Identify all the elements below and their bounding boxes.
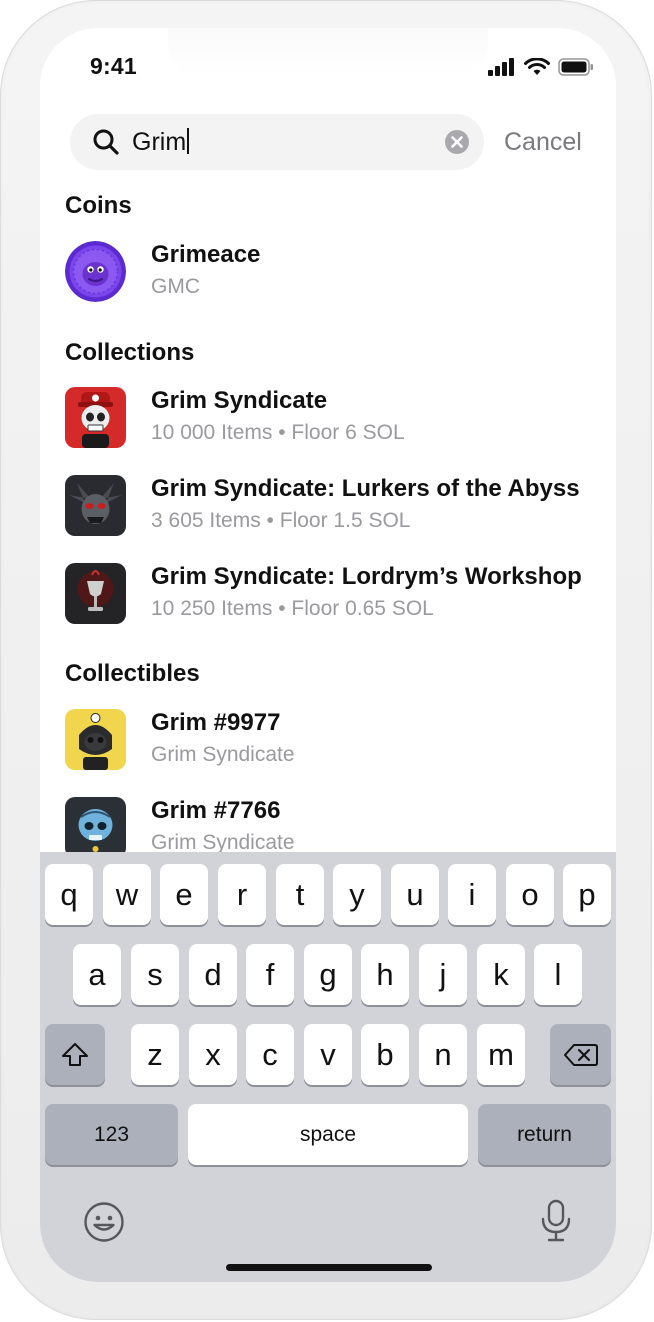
cancel-button[interactable]: Cancel <box>504 128 582 157</box>
key-k[interactable]: k <box>477 944 525 1005</box>
status-icons <box>488 58 594 76</box>
row-title: Grim Syndicate <box>151 387 328 414</box>
collection-thumbnail <box>65 387 126 448</box>
wifi-icon <box>524 58 550 75</box>
row-title: Grim #9977 <box>151 709 281 736</box>
row-title: Grimeace <box>151 241 261 268</box>
collection-row-grim-syndicate[interactable]: Grim Syndicate 10 000 Items • Floor 6 SO… <box>65 385 595 449</box>
collectible-thumbnail <box>65 797 126 852</box>
status-time: 9:41 <box>90 53 137 79</box>
row-subtitle: Grim Syndicate <box>151 831 295 852</box>
key-g[interactable]: g <box>304 944 352 1005</box>
key-i[interactable]: i <box>448 864 496 925</box>
key-t[interactable]: t <box>276 864 324 925</box>
section-title-collectibles: Collectibles <box>65 660 200 687</box>
row-subtitle: 10 000 Items • Floor 6 SOL <box>151 421 405 444</box>
key-f[interactable]: f <box>246 944 294 1005</box>
shift-key[interactable] <box>45 1024 105 1085</box>
collectible-thumbnail <box>65 709 126 770</box>
search-input[interactable]: Grim <box>70 114 484 170</box>
search-input-text: Grim <box>132 128 190 157</box>
return-key[interactable]: return <box>478 1104 611 1165</box>
key-e[interactable]: e <box>160 864 208 925</box>
shift-icon <box>62 1042 88 1066</box>
row-subtitle: GMC <box>151 275 200 298</box>
space-key[interactable]: space <box>188 1104 468 1165</box>
search-query: Grim <box>132 128 187 156</box>
status-bar: 9:41 <box>40 28 616 108</box>
home-indicator <box>226 1264 432 1271</box>
collection-thumbnail <box>65 475 126 536</box>
row-subtitle: 3 605 Items • Floor 1.5 SOL <box>151 509 411 532</box>
collectible-row-grim-7766[interactable]: Grim #7766 Grim Syndicate <box>65 795 595 852</box>
section-title-collections: Collections <box>65 339 195 366</box>
row-title: Grim Syndicate: Lurkers of the Abyss <box>151 475 580 502</box>
key-q[interactable]: q <box>45 864 93 925</box>
key-h[interactable]: h <box>361 944 409 1005</box>
coin-avatar <box>65 241 126 302</box>
key-w[interactable]: w <box>103 864 151 925</box>
key-o[interactable]: o <box>506 864 554 925</box>
delete-icon <box>563 1043 598 1066</box>
key-b[interactable]: b <box>361 1024 409 1085</box>
search-results: Coins Grimeace GMC Collections Grim Synd… <box>40 182 616 852</box>
key-a[interactable]: a <box>73 944 121 1005</box>
text-caret <box>187 128 190 154</box>
row-subtitle: Grim Syndicate <box>151 743 295 766</box>
key-j[interactable]: j <box>419 944 467 1005</box>
numbers-key[interactable]: 123 <box>45 1104 178 1165</box>
collection-row-lordryms-workshop[interactable]: Grim Syndicate: Lordrym’s Workshop 10 25… <box>65 561 595 625</box>
key-v[interactable]: v <box>304 1024 352 1085</box>
collection-thumbnail <box>65 563 126 624</box>
key-u[interactable]: u <box>391 864 439 925</box>
key-z[interactable]: z <box>131 1024 179 1085</box>
emoji-icon[interactable] <box>82 1200 126 1244</box>
coin-row-grimeace[interactable]: Grimeace GMC <box>65 239 595 303</box>
key-p[interactable]: p <box>563 864 611 925</box>
key-m[interactable]: m <box>477 1024 525 1085</box>
key-n[interactable]: n <box>419 1024 467 1085</box>
search-row: Grim Cancel <box>70 114 590 170</box>
clear-icon[interactable] <box>444 129 470 155</box>
collection-row-lurkers-of-the-abyss[interactable]: Grim Syndicate: Lurkers of the Abyss 3 6… <box>65 473 595 537</box>
battery-icon <box>558 58 593 76</box>
keyboard: q w e r t y u i o p a s d f g h j k l z … <box>40 852 616 1282</box>
key-l[interactable]: l <box>534 944 582 1005</box>
microphone-icon[interactable] <box>538 1198 574 1244</box>
key-y[interactable]: y <box>333 864 381 925</box>
key-d[interactable]: d <box>189 944 237 1005</box>
row-subtitle: 10 250 Items • Floor 0.65 SOL <box>151 597 434 620</box>
delete-key[interactable] <box>550 1024 611 1085</box>
key-r[interactable]: r <box>218 864 266 925</box>
signal-icon <box>488 58 514 76</box>
phone-screen: 9:41 Grim Cancel Coins Grimeace GMC Coll… <box>40 28 616 1282</box>
row-title: Grim Syndicate: Lordrym’s Workshop <box>151 563 582 590</box>
search-icon <box>93 129 119 155</box>
section-title-coins: Coins <box>65 192 132 219</box>
collectible-row-grim-9977[interactable]: Grim #9977 Grim Syndicate <box>65 707 595 771</box>
key-s[interactable]: s <box>131 944 179 1005</box>
key-c[interactable]: c <box>246 1024 294 1085</box>
row-title: Grim #7766 <box>151 797 281 824</box>
key-x[interactable]: x <box>189 1024 237 1085</box>
